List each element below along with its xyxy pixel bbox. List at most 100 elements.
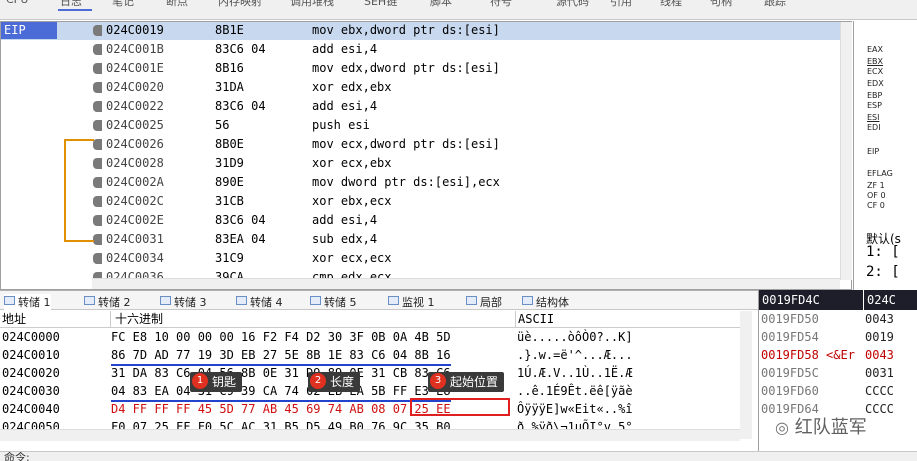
tab-7[interactable]: 局部 <box>466 294 502 310</box>
tab-label: 转储 4 <box>250 296 283 309</box>
disasm-address: 024C0025 <box>106 118 164 132</box>
toolbar-item[interactable]: SEH链 <box>364 0 397 9</box>
register-edi[interactable]: EDI <box>867 123 881 132</box>
breakpoint-dot[interactable] <box>93 101 102 112</box>
dump-col-hex: 十六进制 <box>110 311 515 328</box>
tab-3[interactable]: 转储 3 <box>160 294 207 310</box>
tab-label: 转储 1 <box>18 296 51 309</box>
disasm-row[interactable]: EIP 024C0019 8B1E mov ebx,dword ptr ds:[esi… <box>1 22 841 40</box>
toolbar-item[interactable]: 引用 <box>610 0 632 9</box>
command-bar[interactable]: 命令: <box>0 451 917 461</box>
breakpoint-dot[interactable] <box>93 44 102 55</box>
callout-number: 2 <box>310 373 326 389</box>
disasm-operands: ecx,ebx <box>340 156 392 170</box>
callout-label: 起始位置 <box>450 375 499 389</box>
disasm-row[interactable]: 024C001B 83C6 04 add esi,4 <box>1 40 841 59</box>
toolbar-item[interactable]: 脚本 <box>430 0 452 9</box>
disassembly-hscroll[interactable] <box>92 278 840 289</box>
tab-label: 局部 <box>480 296 502 309</box>
disasm-instruction: xor ecx,ebx <box>312 154 392 173</box>
dump-row[interactable]: 024C0010 86 7D AD 77 19 3D EB 27 5E 8B 1E… <box>0 347 740 366</box>
breakpoint-dot[interactable] <box>93 139 102 150</box>
tab-5[interactable]: 转储 5 <box>310 294 357 310</box>
disasm-row[interactable]: 024C0022 83C6 04 add esi,4 <box>1 97 841 116</box>
dump-col-ascii: ASCII <box>515 311 740 328</box>
dump-row[interactable]: 024C0040 D4 FF FF FF 45 5D 77 AB 45 69 74… <box>0 401 740 418</box>
disasm-row[interactable]: 024C0026 8B0E mov ecx,dword ptr ds:[esi] <box>1 135 841 154</box>
disasm-row[interactable]: 024C0025 56 push esi <box>1 116 841 135</box>
disasm-row[interactable]: 024C001E 8B16 mov edx,dword ptr ds:[esi] <box>1 59 841 78</box>
dump-row[interactable]: 024C0030 04 83 EA 04 31 C9 39 CA 74 02 EB… <box>0 383 740 402</box>
disasm-opcode: mov <box>312 137 334 151</box>
register-zf-1[interactable]: ZF 1 <box>867 181 885 190</box>
register-edx[interactable]: EDX <box>867 79 884 88</box>
register-cf-0[interactable]: CF 0 <box>867 201 885 210</box>
disasm-operands: ebx,dword ptr ds:[esi] <box>340 23 500 37</box>
disasm-address: 024C002E <box>106 213 164 227</box>
toolbar-item[interactable]: 调用堆栈 <box>290 0 334 9</box>
tab-2[interactable]: 转储 2 <box>84 294 131 310</box>
register-esp[interactable]: ESP <box>867 101 882 110</box>
stack-row[interactable]: 0019FD5C 0031 <box>759 365 917 382</box>
toolbar-item[interactable]: 笔记 <box>112 0 134 9</box>
disasm-operands: ecx,ecx <box>340 251 392 265</box>
breakpoint-dot[interactable] <box>93 215 102 226</box>
stack-row[interactable]: 0019FD50 0043 <box>759 311 917 328</box>
disasm-row[interactable]: 024C0020 31DA xor edx,ebx <box>1 78 841 97</box>
breakpoint-dot[interactable] <box>93 82 102 93</box>
breakpoint-dot[interactable] <box>93 25 102 36</box>
disasm-row[interactable]: 024C002E 83C6 04 add esi,4 <box>1 211 841 230</box>
breakpoint-dot[interactable] <box>93 253 102 264</box>
dump-row[interactable]: 024C0020 31 DA 83 C6 04 56 8B 0E 31 D9 89… <box>0 365 740 382</box>
toolbar-item[interactable]: 线程 <box>660 0 682 9</box>
dump-tabs: 转储 1 转储 2 转储 3 转储 4 转储 5 监视 1 局部 结构体 <box>0 290 758 310</box>
dump-hscroll[interactable] <box>0 429 740 441</box>
disasm-bytes: 8B16 <box>215 61 244 75</box>
breakpoint-dot[interactable] <box>93 196 102 207</box>
dump-vscroll[interactable] <box>740 311 752 439</box>
toolbar-item[interactable]: 日志 <box>60 0 82 9</box>
dump-row[interactable]: 024C0000 FC E8 10 00 00 00 16 F2 F4 D2 30… <box>0 329 740 346</box>
disasm-row[interactable]: 024C0034 31C9 xor ecx,ecx <box>1 249 841 268</box>
register-ebx[interactable]: EBX <box>867 57 883 66</box>
disassembly-pane[interactable]: EIP 024C0019 8B1E mov ebx,dword ptr ds:[esi… <box>0 21 852 290</box>
disasm-row[interactable]: 024C002A 890E mov dword ptr ds:[esi],ecx <box>1 173 841 192</box>
breakpoint-dot[interactable] <box>93 177 102 188</box>
register-eax[interactable]: EAX <box>867 45 883 54</box>
stack-row[interactable]: 0019FD58 <&Er 0043 <box>759 347 917 364</box>
disassembly-vscroll[interactable] <box>840 22 852 280</box>
tab-4[interactable]: 转储 4 <box>236 294 283 310</box>
register-eip[interactable]: EIP <box>867 147 879 156</box>
breakpoint-dot[interactable] <box>93 234 102 245</box>
stack-row[interactable]: 0019FD54 0019 <box>759 329 917 346</box>
toolbar-item[interactable]: 符号 <box>490 0 512 9</box>
breakpoint-dot[interactable] <box>93 63 102 74</box>
disasm-row[interactable]: 024C0028 31D9 xor ecx,ebx <box>1 154 841 173</box>
disasm-row[interactable]: 024C0031 83EA 04 sub edx,4 <box>1 230 841 249</box>
register-eflag[interactable]: EFLAG <box>867 169 893 178</box>
toolbar-item[interactable]: 断点 <box>166 0 188 9</box>
tab-8[interactable]: 结构体 <box>522 294 569 310</box>
disasm-bytes: 31D9 <box>215 156 244 170</box>
disasm-bytes: 83C6 04 <box>215 99 266 113</box>
register-esi[interactable]: ESI <box>867 113 880 122</box>
dump-ascii: üè.....òôÒ0?..K] <box>517 330 633 344</box>
toolbar-item[interactable]: 句柄 <box>710 0 732 9</box>
disasm-bytes: 83EA 04 <box>215 232 266 246</box>
register-ecx[interactable]: ECX <box>867 67 883 76</box>
disasm-instruction: mov ebx,dword ptr ds:[esi] <box>312 22 500 40</box>
disasm-row[interactable]: 024C002C 31CB xor ebx,ecx <box>1 192 841 211</box>
toolbar-item[interactable]: 跟踪 <box>764 0 786 9</box>
toolbar-item[interactable]: CPU <box>6 0 28 6</box>
tab-6[interactable]: 监视 1 <box>388 294 435 310</box>
toolbar-item[interactable]: 源代码 <box>556 0 589 9</box>
stack-value: CCCC <box>865 402 894 416</box>
breakpoint-dot[interactable] <box>93 158 102 169</box>
toolbar-item[interactable]: 内存映射 <box>218 0 262 9</box>
tab-1[interactable]: 转储 1 <box>4 294 51 310</box>
callout-3: 3 起始位置 <box>428 372 505 392</box>
breakpoint-dot[interactable] <box>93 120 102 131</box>
stack-row[interactable]: 0019FD60 CCCC <box>759 383 917 400</box>
register-of-0[interactable]: OF 0 <box>867 191 886 200</box>
register-ebp[interactable]: EBP <box>867 91 882 100</box>
